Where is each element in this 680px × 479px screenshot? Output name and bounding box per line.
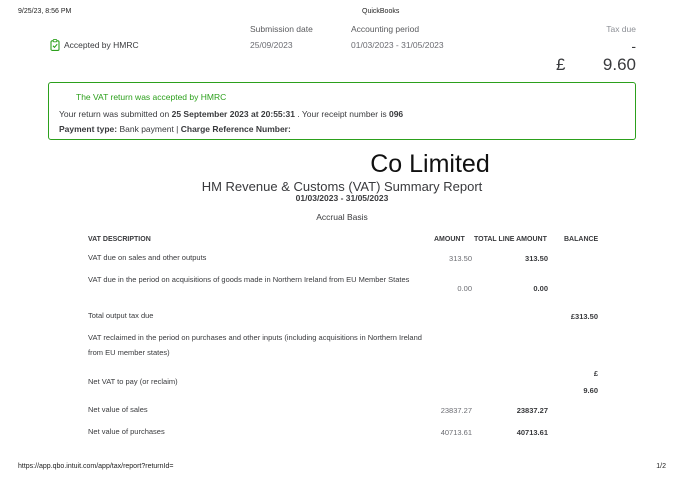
accounting-period: 01/03/2023 - 31/05/2023 — [351, 40, 444, 50]
print-url: https://app.qbo.intuit.com/app/tax/repor… — [18, 463, 174, 470]
table-row-description: Net value of purchases — [88, 427, 165, 436]
submission-date-label: Submission date — [250, 24, 313, 34]
table-row-total: 40713.61 — [516, 428, 548, 437]
table-row-description: Net VAT to pay (or reclaim) — [88, 377, 178, 386]
table-row-description: VAT due on sales and other outputs — [88, 253, 207, 262]
col-total-line-amount: TOTAL LINE AMOUNT — [474, 236, 547, 243]
tax-due-amount: 9.60 — [602, 55, 636, 74]
table-row-total: 0.00 — [533, 284, 548, 293]
clipboard-check-icon — [50, 39, 60, 51]
table-row-description: VAT reclaimed in the period on purchases… — [88, 333, 422, 357]
col-amount: AMOUNT — [434, 236, 465, 243]
accepted-banner: The VAT return was accepted by HMRC Your… — [48, 82, 636, 140]
submitted-datetime: 25 September 2023 at 20:55:31 — [171, 109, 295, 119]
table-row-description: Total output tax due — [88, 311, 154, 320]
print-title: QuickBooks — [362, 8, 400, 15]
status-label: Accepted by HMRC — [64, 40, 139, 50]
submission-date: 25/09/2023 — [250, 40, 293, 50]
report-period: 01/03/2023 - 31/05/2023 — [295, 193, 389, 203]
report-basis: Accrual Basis — [316, 212, 368, 222]
table-row-amount: 0.00 — [457, 284, 472, 293]
table-row-balance-currency: £ — [593, 369, 598, 378]
print-page-number: 1/2 — [656, 463, 666, 470]
company-name: Co Limited — [370, 150, 490, 178]
banner-payment-line: Payment type: Bank payment | Charge Refe… — [59, 124, 291, 134]
col-vat-description: VAT DESCRIPTION — [88, 236, 151, 243]
banner-submitted-line: Your return was submitted on 25 Septembe… — [59, 109, 404, 119]
table-row-amount: 23837.27 — [440, 406, 472, 415]
table-row-balance: £313.50 — [570, 312, 598, 321]
table-row-balance: 9.60 — [583, 386, 598, 395]
col-balance: BALANCE — [564, 236, 599, 243]
print-datetime: 9/25/23, 8:56 PM — [18, 8, 72, 15]
tax-due-label: Tax due — [606, 24, 636, 34]
table-row-amount: 313.50 — [449, 254, 472, 263]
banner-title: The VAT return was accepted by HMRC — [76, 92, 227, 102]
table-row-description: Net value of sales — [88, 405, 148, 414]
tax-due-sign: - — [631, 38, 636, 54]
table-row-amount: 40713.61 — [440, 428, 472, 437]
accounting-period-label: Accounting period — [351, 24, 420, 34]
table-row-total: 23837.27 — [516, 406, 548, 415]
table-row-description: VAT due in the period on acquisitions of… — [88, 275, 410, 284]
receipt-number: 096 — [388, 109, 404, 119]
tax-due-currency: £ — [556, 55, 566, 74]
report-title: HM Revenue & Customs (VAT) Summary Repor… — [201, 179, 483, 194]
table-row-total: 313.50 — [525, 254, 548, 263]
